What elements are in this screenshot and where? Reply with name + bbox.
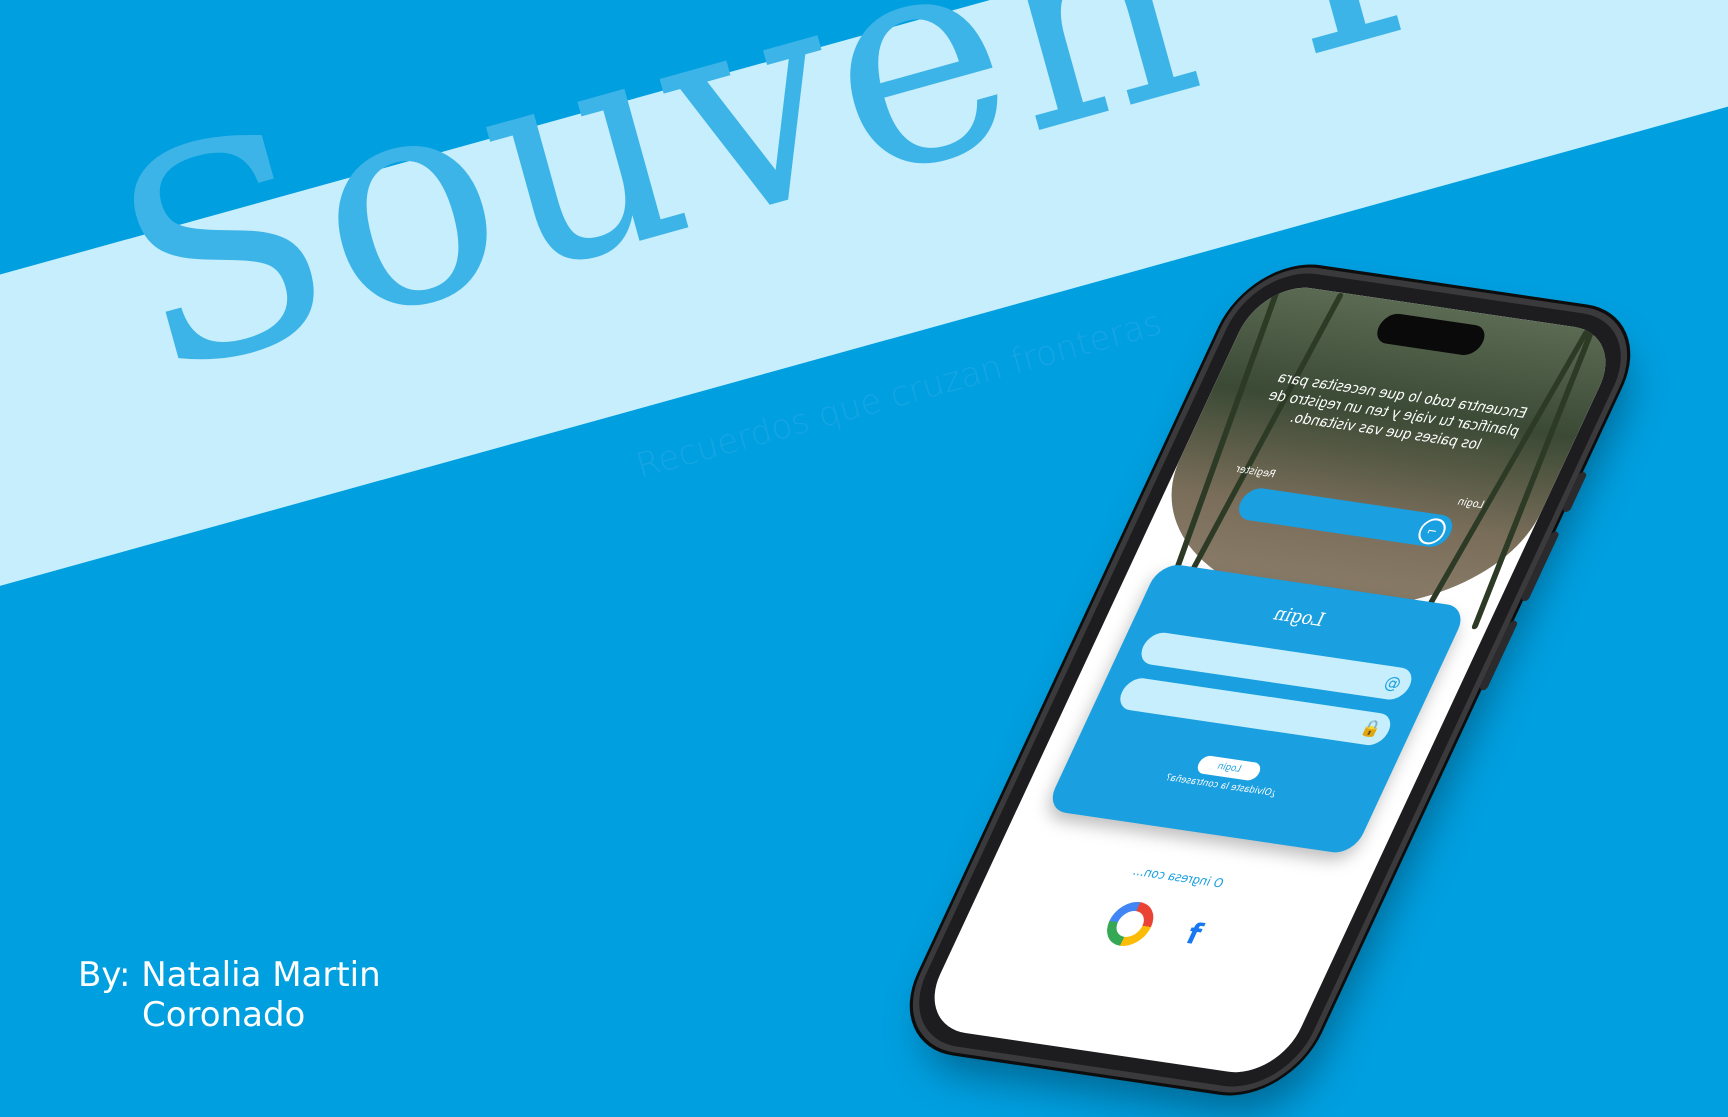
login-card: Login @ 🔒 Login ¿Olvidaste la contraseña… [1044, 562, 1469, 856]
forgot-password-label: ¿Olvidaste la contraseña? [1163, 772, 1278, 799]
hero-description: Encuentra todo lo que necesitas para pla… [1265, 369, 1530, 454]
dynamic-island [1371, 311, 1490, 357]
palm-tree-3 [1423, 329, 1591, 612]
login-button-label: Login [1215, 761, 1243, 775]
tab-login[interactable]: Login [1455, 496, 1486, 511]
author-credit: By: Natalia Martin Coronado [78, 955, 381, 1035]
alt-login-text: O ingresa con... [1130, 863, 1227, 891]
author-line-2: Coronado [142, 995, 306, 1035]
phone-mockup: Encuentra todo lo que necesitas para pla… [896, 265, 1644, 1095]
phone-screen: Encuentra todo lo que necesitas para pla… [916, 281, 1624, 1079]
phone-side-button [1561, 471, 1588, 513]
toggle-knob-icon: ⌐ [1413, 516, 1451, 547]
google-icon[interactable] [1099, 899, 1162, 949]
facebook-icon[interactable]: f [1181, 916, 1208, 950]
at-sign-icon: @ [1380, 672, 1405, 694]
author-line-1: By: Natalia Martin [78, 955, 381, 995]
lock-icon: 🔒 [1357, 717, 1386, 740]
